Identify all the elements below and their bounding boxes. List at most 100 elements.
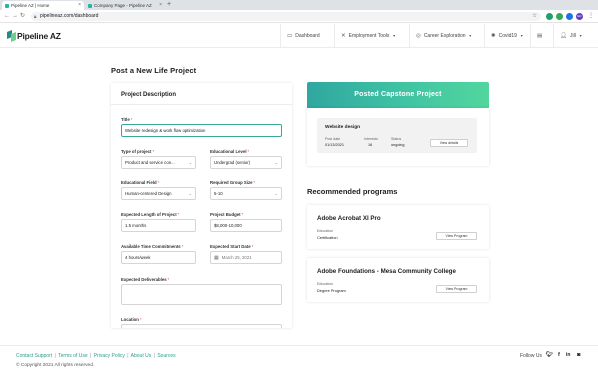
nav-dashboard[interactable]: ▭ Dashboard [280, 24, 326, 48]
time-commitments-label: Available Time Commitments* [121, 244, 184, 249]
recommended-title: Recommended programs [307, 187, 398, 196]
address-bar[interactable]: 🔒︎ pipelineaz.com/dashboard ☆ [31, 12, 541, 21]
nav-label: Employment Tools [348, 33, 390, 39]
close-tab-icon[interactable]: × [159, 1, 162, 10]
chevron-down-icon: ⌄ [274, 160, 278, 165]
program-category: Certification [317, 235, 338, 240]
user-name: Jill [569, 33, 576, 39]
capstone-project-item: Website design Post date 01/13/2021 Inte… [317, 118, 477, 153]
title-label: Title* [121, 117, 133, 122]
view-details-button[interactable]: View details [430, 139, 468, 147]
budget-input[interactable]: $8,000-10,000 [210, 219, 282, 232]
chevron-down-icon: ▼ [578, 34, 583, 38]
nav-career-exploration[interactable]: ◎ Career Exploration ▼ [409, 24, 478, 48]
browser-tab-company[interactable]: Company Page - Pipeline AZ × [85, 1, 165, 10]
budget-label: Project Budget* [210, 212, 244, 217]
url-text: pipelineaz.com/dashboard [40, 13, 99, 19]
footer-link-contact-support[interactable]: Contact Support [16, 353, 52, 359]
program-category-label: Education [317, 282, 333, 286]
group-size-select[interactable]: 5-10 ⌄ [210, 187, 282, 200]
back-arrow-icon[interactable]: ← [4, 12, 10, 21]
educational-field-label: Educational Field* [121, 180, 160, 185]
footer-separator: | [153, 353, 155, 359]
program-name: Adobe Acrobat XI Pro [317, 215, 381, 222]
nav-user-menu[interactable]: 👤︎ Jill ▼ [553, 24, 598, 48]
post-date-value: 01/13/2021 [325, 143, 345, 147]
virus-icon: ✺ [491, 33, 496, 39]
program-name: Adobe Foundations - Mesa Community Colle… [317, 268, 456, 275]
program-category-label: Education [317, 229, 333, 233]
bookmark-star-icon[interactable]: ☆ [532, 12, 537, 21]
calendar-icon: ▦ [214, 255, 219, 261]
title-input[interactable]: Website redesign & work flow optimizatio… [121, 124, 282, 137]
chevron-down-icon: ▼ [468, 34, 472, 38]
deliverables-label: Expected Deliverables* [121, 277, 170, 282]
footer-link-terms[interactable]: Terms of Use [58, 353, 87, 359]
browser-toolbar: ← → ↻ 🔒︎ pipelineaz.com/dashboard ☆ ED ⋮ [0, 10, 598, 23]
nav-label: Covid19 [498, 33, 517, 39]
status-value: ongoing [391, 143, 405, 147]
browser-tab-bar: Pipeline AZ | Home × Company Page - Pipe… [0, 0, 598, 10]
extension-icon[interactable] [566, 13, 573, 20]
profile-avatar[interactable]: ED [576, 13, 583, 20]
compass-icon: ◎ [416, 33, 421, 39]
extension-icon[interactable] [546, 13, 553, 20]
browser-menu-icon[interactable]: ⋮ [588, 12, 594, 21]
interests-label: Interests [364, 137, 378, 141]
close-tab-icon[interactable]: × [78, 1, 81, 10]
facebook-icon[interactable]: f [558, 352, 560, 358]
footer-link-sources[interactable]: Sources [157, 353, 175, 359]
footer: Contact Support | Terms of Use | Privacy… [0, 345, 598, 373]
linkedin-icon[interactable]: in [566, 352, 570, 358]
time-commitments-input[interactable]: 4 hours/week [121, 251, 196, 264]
twitter-icon[interactable]: 🐦︎ [546, 352, 553, 358]
project-form-card: Project Description Title* Website redes… [111, 83, 292, 328]
group-size-label: Required Group Size* [210, 180, 256, 185]
follow-us-label: Follow Us [520, 353, 542, 359]
interests-value: 16 [368, 143, 373, 147]
chevron-down-icon: ⌄ [274, 191, 278, 196]
forward-arrow-icon[interactable]: → [12, 12, 18, 21]
lock-icon: 🔒︎ [34, 14, 37, 19]
view-program-button[interactable]: View Program [436, 232, 477, 240]
new-tab-button[interactable]: + [167, 0, 171, 10]
logo-mark-icon [7, 30, 16, 42]
type-of-project-select[interactable]: Product and service con... ⌄ [121, 156, 196, 169]
footer-link-about[interactable]: About Us [131, 353, 152, 359]
educational-field-select[interactable]: Human-centered Design ⌄ [121, 187, 196, 200]
footer-link-privacy[interactable]: Privacy Policy [94, 353, 125, 359]
educational-level-label: Educational Level* [210, 149, 250, 154]
tab-title: Company Page - Pipeline AZ [94, 3, 152, 8]
capstone-banner: Posted Capstone Project [307, 82, 489, 108]
pipeline-favicon-icon [5, 3, 9, 8]
start-date-picker[interactable]: ▦ March 25, 2021 [210, 251, 282, 264]
nav-inbox[interactable]: ▤ [530, 24, 548, 48]
extension-icon[interactable] [556, 13, 563, 20]
view-program-button[interactable]: View Program [436, 285, 477, 293]
footer-separator: | [127, 353, 129, 359]
nav-employment-tools[interactable]: ✕ Employment Tools ▼ [334, 24, 402, 48]
nav-label: Dashboard [295, 33, 320, 39]
dashboard-icon: ▭ [287, 33, 293, 39]
reload-icon[interactable]: ↻ [20, 12, 25, 21]
nav-covid19[interactable]: ✺ Covid19 ▼ [484, 24, 529, 48]
capstone-card: Website design Post date 01/13/2021 Inte… [307, 108, 489, 166]
browser-tab-home[interactable]: Pipeline AZ | Home × [2, 1, 84, 10]
logo-text: Pipeline AZ [17, 31, 61, 41]
length-input[interactable]: 1.5 months [121, 219, 196, 232]
pipeline-az-logo[interactable]: Pipeline AZ [7, 29, 61, 43]
type-of-project-label: Type of project* [121, 149, 155, 154]
inbox-icon: ▤ [537, 33, 543, 39]
program-card: Adobe Acrobat XI Pro Education Certifica… [307, 205, 489, 249]
tools-icon: ✕ [341, 33, 346, 39]
status-label: Status [391, 137, 402, 141]
chevron-down-icon: ▼ [392, 34, 396, 38]
location-label: Location* [121, 317, 142, 322]
instagram-icon[interactable]: ◙ [577, 352, 580, 358]
start-date-label: Expected Start Date* [210, 244, 254, 249]
educational-level-select[interactable]: Undergrad (senior) ⌄ [210, 156, 282, 169]
deliverables-textarea[interactable] [121, 284, 282, 305]
user-icon: 👤︎ [560, 33, 567, 39]
location-input[interactable] [121, 324, 282, 328]
form-section-title: Project Description [111, 83, 292, 105]
